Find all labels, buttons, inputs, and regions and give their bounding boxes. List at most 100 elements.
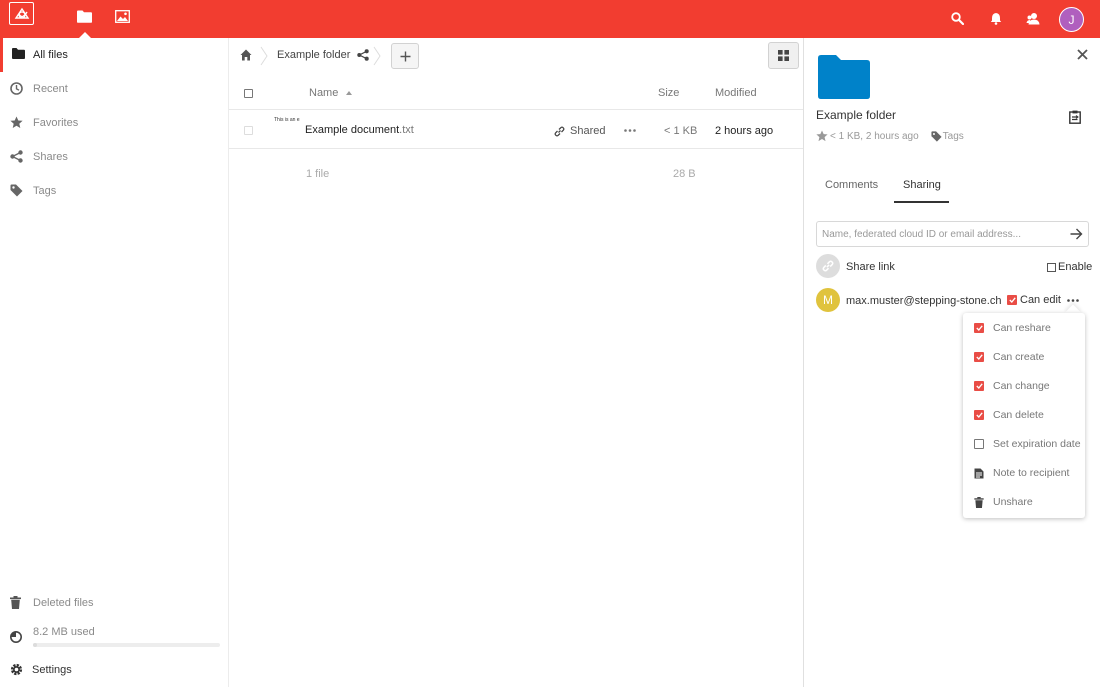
select-all-checkbox[interactable] [244, 89, 253, 98]
quota-bar [33, 643, 220, 647]
pie-chart-icon [10, 631, 22, 643]
grid-icon [778, 50, 789, 61]
share-permissions-menu: Can reshare Can create Can change Can de… [963, 313, 1085, 518]
unchecked-checkbox[interactable] [974, 439, 984, 449]
checked-checkbox[interactable] [974, 323, 984, 333]
clipboard-icon[interactable] [1069, 110, 1081, 124]
details-size-date: < 1 KB, 2 hours ago [830, 130, 919, 142]
can-edit-checkbox[interactable]: Can edit [1007, 294, 1061, 306]
file-modified: 2 hours ago [715, 125, 774, 137]
sidebar-item-favorites[interactable]: Favorites [0, 106, 228, 140]
quota-indicator: 8.2 MB used [0, 618, 228, 644]
breadcrumb-separator-icon [373, 46, 381, 66]
trash-icon [974, 497, 984, 508]
tab-comments[interactable]: Comments [825, 179, 878, 191]
more-actions-icon[interactable] [624, 129, 636, 132]
checked-checkbox[interactable] [974, 381, 984, 391]
note-icon [974, 468, 984, 479]
share-recipient-email: max.muster@stepping-stone.ch [846, 295, 1002, 307]
sidebar-item-label: Deleted files [33, 597, 94, 609]
file-name[interactable]: Example document.txt [305, 124, 414, 136]
menu-item-can-change[interactable]: Can change [963, 371, 1085, 400]
file-table-header: Name Size Modified [229, 76, 803, 110]
gear-icon [10, 663, 23, 676]
clock-icon [10, 82, 23, 95]
enable-share-link-checkbox[interactable]: Enable [1047, 261, 1092, 273]
sidebar-item-label: Recent [33, 83, 68, 95]
bell-icon[interactable] [990, 12, 1002, 25]
details-meta: < 1 KB, 2 hours ago Tags [816, 130, 964, 142]
folder-icon[interactable] [77, 10, 92, 23]
share-with-field[interactable] [816, 221, 1089, 247]
menu-item-can-create[interactable]: Can create [963, 342, 1085, 371]
name-column-header[interactable]: Name [309, 87, 338, 99]
checked-checkbox[interactable] [974, 352, 984, 362]
sidebar-item-label: Shares [33, 151, 68, 163]
sidebar-item-deleted-files[interactable]: Deleted files [0, 586, 228, 620]
grid-view-button[interactable] [768, 42, 799, 69]
file-thumbnail: This is an example [274, 117, 300, 123]
user-avatar[interactable]: J [1059, 7, 1084, 32]
contacts-icon[interactable] [1026, 12, 1040, 25]
star-icon [10, 116, 23, 129]
table-row[interactable]: This is an example Example document.txt … [229, 111, 803, 149]
checked-checkbox[interactable] [1007, 295, 1017, 305]
share-with-input[interactable] [817, 222, 1062, 246]
checkbox[interactable] [1047, 262, 1056, 272]
shared-button[interactable]: Shared [554, 125, 605, 137]
close-icon[interactable] [1077, 49, 1088, 60]
menu-item-set-expiration-date[interactable]: Set expiration date [963, 429, 1085, 458]
home-icon[interactable] [240, 49, 252, 61]
menu-item-can-delete[interactable]: Can delete [963, 400, 1085, 429]
arrow-right-icon[interactable] [1070, 228, 1083, 240]
breadcrumb-separator-icon [260, 46, 268, 66]
share-link-label: Share link [846, 261, 895, 273]
file-count-summary: 1 file [306, 168, 330, 180]
plus-icon [400, 51, 410, 61]
sidebar-item-tags[interactable]: Tags [0, 174, 228, 208]
settings-label: Settings [32, 664, 72, 676]
share-icon[interactable] [357, 49, 369, 61]
nextcloud-logo[interactable] [9, 2, 34, 25]
file-size: < 1 KB [664, 125, 698, 137]
tags-label[interactable]: Tags [943, 131, 964, 142]
image-icon[interactable] [115, 10, 130, 23]
menu-item-can-reshare[interactable]: Can reshare [963, 313, 1085, 342]
active-tab-indicator [894, 201, 949, 203]
quota-bar-fill [33, 643, 37, 647]
file-list-area: Example folder Name Size Modified This i… [229, 38, 803, 687]
sidebar-item-all-files[interactable]: All files [0, 38, 228, 72]
row-checkbox[interactable] [244, 126, 253, 135]
trash-icon [10, 596, 21, 609]
new-file-button[interactable] [391, 43, 419, 69]
checked-checkbox[interactable] [974, 410, 984, 420]
link-icon [554, 126, 565, 136]
tag-icon [10, 184, 23, 197]
sort-ascending-icon [346, 91, 352, 95]
details-title: Example folder [816, 108, 897, 122]
link-icon [816, 254, 840, 278]
search-icon[interactable] [951, 12, 964, 25]
top-header: J [0, 0, 1100, 38]
tab-sharing[interactable]: Sharing [903, 179, 941, 191]
sidebar-item-label: Tags [33, 185, 57, 197]
sidebar-item-shares[interactable]: Shares [0, 140, 228, 174]
tag-icon[interactable] [931, 130, 942, 142]
modified-column-header[interactable]: Modified [715, 87, 757, 99]
folder-icon [12, 48, 25, 59]
size-column-header[interactable]: Size [658, 87, 679, 99]
menu-item-unshare[interactable]: Unshare [963, 487, 1085, 516]
star-icon[interactable] [816, 130, 828, 142]
menu-item-note-to-recipient[interactable]: Note to recipient [963, 458, 1085, 487]
quota-label: 8.2 MB used [33, 626, 95, 638]
settings-button[interactable]: Settings [0, 653, 228, 687]
app-navigation: All files Recent Favorites Shares Tags D… [0, 38, 229, 687]
share-icon [10, 150, 23, 163]
share-more-actions-icon[interactable] [1067, 299, 1079, 302]
sidebar-item-recent[interactable]: Recent [0, 72, 228, 106]
folder-icon [818, 55, 870, 99]
breadcrumb-current-folder[interactable]: Example folder [277, 49, 350, 61]
avatar: M [816, 288, 840, 312]
sidebar-item-label: Favorites [33, 117, 79, 129]
total-size-summary: 28 B [673, 168, 696, 180]
